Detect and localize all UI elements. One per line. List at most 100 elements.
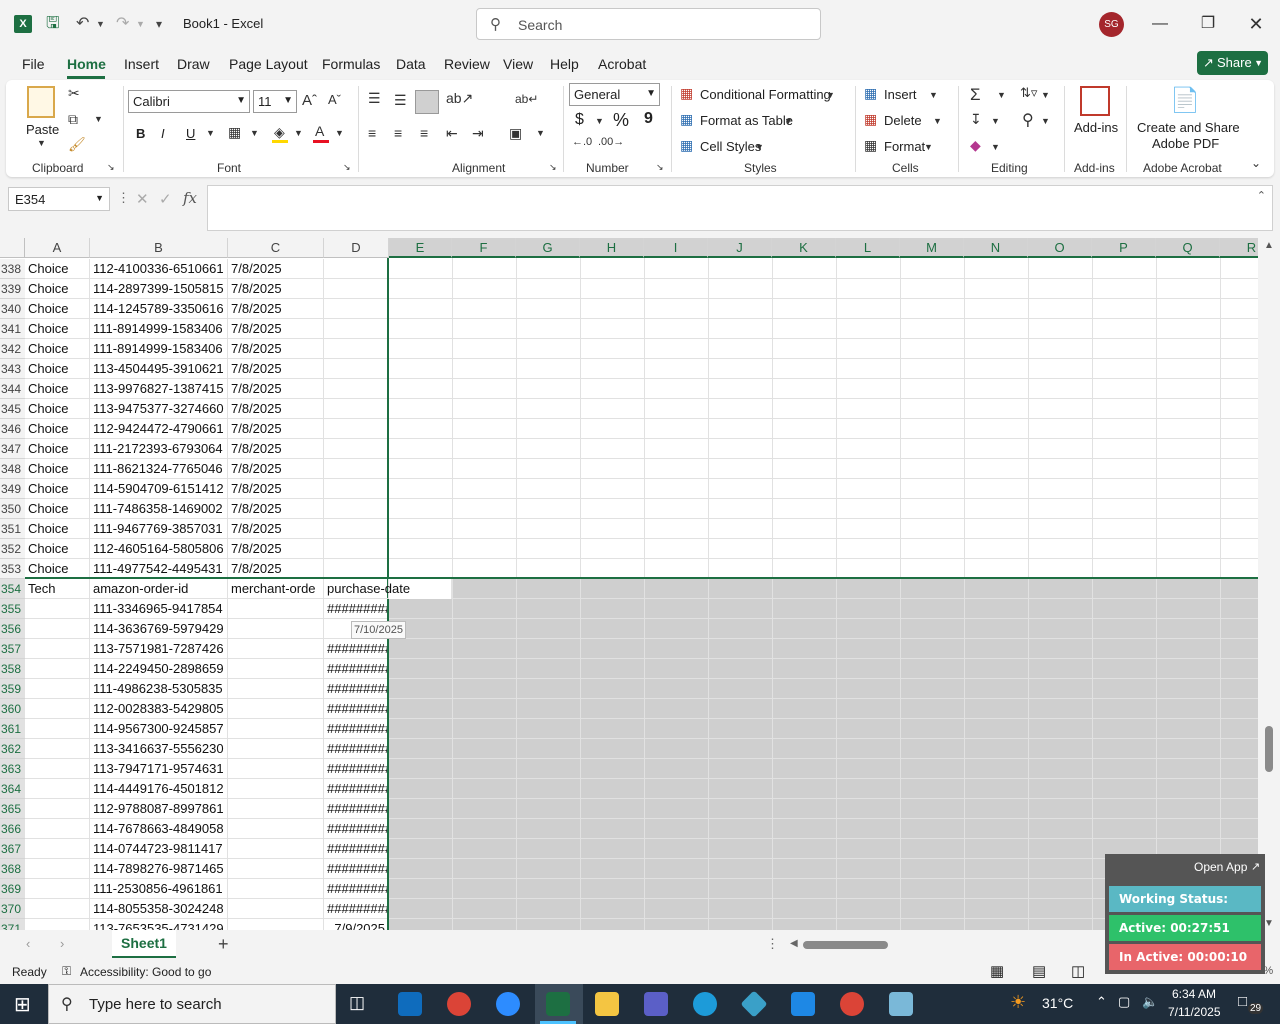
cell-d-363[interactable]: ######### [324, 759, 389, 779]
row-header[interactable]: 364 [0, 779, 25, 799]
borders-dropdown-icon[interactable]: ▼ [250, 128, 259, 138]
page-break-view-icon[interactable]: ◫ [1071, 962, 1085, 980]
row-header[interactable]: 339 [0, 279, 25, 299]
cell-c-363[interactable] [228, 759, 324, 779]
cell-c-352[interactable]: 7/8/2025 [228, 539, 324, 559]
cell-a-371[interactable] [25, 919, 90, 930]
align-middle-icon[interactable]: ☰ [394, 92, 407, 109]
increase-decimal-icon[interactable]: ←.0 [572, 136, 592, 148]
clock-date[interactable]: 7/11/2025 [1168, 1005, 1221, 1019]
cell-c-358[interactable] [228, 659, 324, 679]
cell-a-367[interactable] [25, 839, 90, 859]
currency-dropdown-icon[interactable]: ▼ [595, 116, 604, 126]
cell-a-369[interactable] [25, 879, 90, 899]
copy-icon[interactable]: ⧉ [68, 111, 78, 128]
cell-d-361[interactable]: ######### [324, 719, 389, 739]
cell-c-340[interactable]: 7/8/2025 [228, 299, 324, 319]
cell-b-352[interactable]: 112-4605164-5805806 [90, 539, 228, 559]
tab-draw[interactable]: Draw [177, 56, 210, 72]
row-header[interactable]: 350 [0, 499, 25, 519]
name-box[interactable]: E354 ▼ [8, 187, 110, 211]
cell-d-365[interactable]: ######### [324, 799, 389, 819]
prev-sheet-icon[interactable]: ‹ [26, 936, 30, 951]
cell-c-365[interactable] [228, 799, 324, 819]
cell-b-339[interactable]: 114-2897399-1505815 [90, 279, 228, 299]
cell-a-364[interactable] [25, 779, 90, 799]
windows-start-icon[interactable]: ⊞ [14, 992, 31, 1017]
row-header[interactable]: 340 [0, 299, 25, 319]
cell-b-360[interactable]: 112-0028383-5429805 [90, 699, 228, 719]
cell-c-366[interactable] [228, 819, 324, 839]
row-header[interactable]: 349 [0, 479, 25, 499]
cell-c-369[interactable] [228, 879, 324, 899]
cell-b-359[interactable]: 111-4986238-5305835 [90, 679, 228, 699]
column-header-b[interactable]: B [90, 238, 228, 258]
restore-icon[interactable]: ❐ [1193, 10, 1223, 38]
cell-c-371[interactable] [228, 919, 324, 930]
row-header[interactable]: 354 [0, 579, 25, 599]
cell-d-346[interactable] [324, 419, 389, 439]
row-header[interactable]: 343 [0, 359, 25, 379]
vertical-scrollbar[interactable]: ▲ ▼ [1258, 238, 1280, 930]
cell-a-352[interactable]: Choice [25, 539, 90, 559]
cell-b-369[interactable]: 111-2530856-4961861 [90, 879, 228, 899]
weather-icon[interactable]: ☀ [1010, 992, 1026, 1013]
percent-button[interactable]: % [613, 110, 629, 131]
cell-b-361[interactable]: 114-9567300-9245857 [90, 719, 228, 739]
cell-c-353[interactable]: 7/8/2025 [228, 559, 324, 579]
edge-icon[interactable] [693, 992, 717, 1016]
cell-a-349[interactable]: Choice [25, 479, 90, 499]
row-header[interactable]: 346 [0, 419, 25, 439]
column-header-m[interactable]: M [900, 238, 964, 258]
cell-a-358[interactable] [25, 659, 90, 679]
cell-d-362[interactable]: ######### [324, 739, 389, 759]
cell-c-355[interactable] [228, 599, 324, 619]
row-header[interactable]: 360 [0, 699, 25, 719]
column-header-j[interactable]: J [708, 238, 772, 258]
teams-icon[interactable] [644, 992, 668, 1016]
cell-b-338[interactable]: 112-4100336-6510661 [90, 259, 228, 279]
cell-b-365[interactable]: 112-9788087-8997861 [90, 799, 228, 819]
select-all-corner[interactable] [0, 238, 25, 258]
cell-b-367[interactable]: 114-0744723-9811417 [90, 839, 228, 859]
autosum-dropdown-icon[interactable]: ▼ [997, 90, 1006, 100]
cell-c-342[interactable]: 7/8/2025 [228, 339, 324, 359]
cell-c-359[interactable] [228, 679, 324, 699]
paste-dropdown-icon[interactable]: ▼ [37, 138, 46, 148]
cell-c-370[interactable] [228, 899, 324, 919]
borders-icon[interactable]: ▦ [228, 124, 241, 141]
column-header-e[interactable]: E [389, 238, 452, 258]
create-pdf-icon[interactable]: 📄 [1170, 86, 1200, 115]
cell-a-359[interactable] [25, 679, 90, 699]
sort-dropdown-icon[interactable]: ▼ [1041, 90, 1050, 100]
notifications-icon[interactable]: □ [1238, 993, 1247, 1010]
cell-b-346[interactable]: 112-9424472-4790661 [90, 419, 228, 439]
cell-a-354[interactable]: Tech [25, 579, 90, 599]
column-header-l[interactable]: L [836, 238, 900, 258]
align-bottom-icon[interactable] [415, 90, 439, 114]
row-header[interactable]: 370 [0, 899, 25, 919]
cell-a-368[interactable] [25, 859, 90, 879]
row-header[interactable]: 352 [0, 539, 25, 559]
tab-insert[interactable]: Insert [124, 56, 159, 72]
app-pen-icon[interactable] [889, 992, 913, 1016]
cell-b-341[interactable]: 111-8914999-1583406 [90, 319, 228, 339]
row-header[interactable]: 361 [0, 719, 25, 739]
redo-dropdown-icon[interactable]: ▼ [136, 13, 145, 35]
cell-c-339[interactable]: 7/8/2025 [228, 279, 324, 299]
cell-b-348[interactable]: 111-8621324-7765046 [90, 459, 228, 479]
row-header[interactable]: 345 [0, 399, 25, 419]
column-header-o[interactable]: O [1028, 238, 1092, 258]
insert-cells-icon[interactable]: ▦ [864, 85, 877, 102]
cell-a-342[interactable]: Choice [25, 339, 90, 359]
font-size-select[interactable]: 11 ▼ [253, 90, 297, 113]
cell-b-357[interactable]: 113-7571981-7287426 [90, 639, 228, 659]
cell-a-345[interactable]: Choice [25, 399, 90, 419]
alignment-launcher-icon[interactable]: ↘ [549, 162, 557, 173]
wrap-text-icon[interactable]: ab↵ [515, 92, 538, 106]
increase-indent-icon[interactable]: ⇥ [472, 125, 484, 142]
merge-center-icon[interactable]: ▣ [509, 125, 522, 142]
cell-d-342[interactable] [324, 339, 389, 359]
currency-button[interactable]: $ [575, 111, 584, 129]
cell-c-351[interactable]: 7/8/2025 [228, 519, 324, 539]
